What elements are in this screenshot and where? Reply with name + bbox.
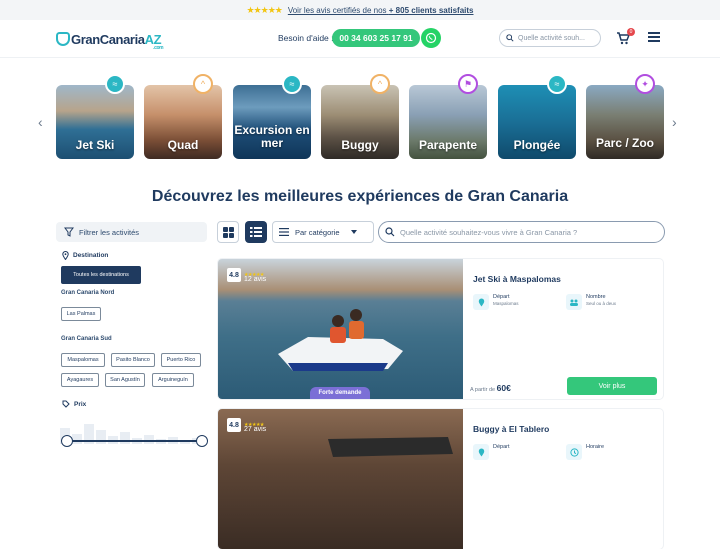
mountain-icon: ^: [193, 74, 213, 94]
group-icon: [566, 294, 582, 310]
destination-chip[interactable]: Maspalomas: [61, 353, 105, 367]
category-parc-zoo[interactable]: Parc / Zoo: [586, 85, 664, 159]
search-icon: [385, 227, 395, 237]
menu-icon[interactable]: [648, 32, 660, 42]
reviews-bar: ★★★★★ Voir les avis certifiés de nos + 8…: [0, 0, 720, 20]
logo-mark-icon: [56, 32, 70, 46]
destination-chip[interactable]: Arguineguín: [152, 373, 194, 387]
depart-info: Départ: [473, 444, 510, 460]
sud-label: Gran Canaria Sud: [61, 336, 112, 342]
category-jet-ski[interactable]: Jet Ski: [56, 85, 134, 159]
activity-title[interactable]: Jet Ski à Maspalomas: [473, 274, 561, 284]
site-header: GranCanariaAZ .com Besoin d'aide : 00 34 …: [0, 20, 720, 58]
category-icon: [279, 228, 289, 236]
category-parapente[interactable]: Parapente: [409, 85, 487, 159]
nombre-info: Nombre Seul ou à deux: [566, 294, 616, 310]
destination-chip[interactable]: Pasito Blanco: [111, 353, 155, 367]
activity-price: A partir de 60€: [470, 383, 511, 393]
depart-info: Départ Maspalomas: [473, 294, 519, 310]
grid-icon: [222, 226, 234, 238]
category-excursion[interactable]: Excursion en mer: [233, 85, 311, 159]
destination-chip[interactable]: Las Palmas: [61, 307, 101, 321]
destination-chip[interactable]: San Agustín: [105, 373, 145, 387]
activity-card[interactable]: 4.8 ★★★★★ 27 avis Buggy à El Tablero Dép…: [218, 409, 663, 549]
nord-label: Gran Canaria Nord: [61, 290, 115, 296]
price-slider-max-handle[interactable]: [196, 435, 208, 447]
activity-image: 4.8 ★★★★★ 27 avis: [218, 409, 463, 549]
activity-image: 4.8 ★★★★★ 12 avis Forte demande: [218, 259, 463, 399]
location-pin-icon: [473, 444, 489, 460]
destination-chip[interactable]: Puerto Rico: [161, 353, 201, 367]
whatsapp-icon[interactable]: [421, 28, 441, 48]
carousel-prev-icon[interactable]: ‹: [38, 114, 43, 130]
filter-toggle[interactable]: Filtrer les activités: [56, 222, 207, 242]
price-slider-min-handle[interactable]: [61, 435, 73, 447]
filter-icon: [64, 227, 74, 237]
list-icon: [250, 227, 262, 237]
cart-count-badge: 0: [627, 28, 635, 36]
activity-card[interactable]: 4.8 ★★★★★ 12 avis Forte demande Jet Ski …: [218, 259, 663, 399]
all-destinations-chip[interactable]: Toutes les destinations: [61, 266, 141, 284]
waves-icon: ≈: [282, 74, 302, 94]
party-icon: ✦: [635, 74, 655, 94]
reviews-link[interactable]: Voir les avis certifiés de nos + 805 cli…: [288, 6, 474, 15]
rating-badge: 4.8 ★★★★★ 27 avis: [227, 418, 266, 433]
price-label: Prix: [62, 400, 86, 408]
activity-search-input[interactable]: Quelle activité souhaitez-vous vivre à G…: [378, 221, 665, 243]
help-label: Besoin d'aide :: [278, 33, 334, 43]
grid-view-button[interactable]: [217, 221, 239, 243]
location-pin-icon: [62, 251, 69, 260]
header-search-input[interactable]: Quelle activité souh...: [499, 29, 601, 47]
carousel-next-icon[interactable]: ›: [672, 114, 677, 130]
category-quad[interactable]: Quad: [144, 85, 222, 159]
category-carousel: ‹ › Jet Ski Quad Excursion en mer Buggy …: [0, 74, 720, 164]
destination-label: Destination: [62, 251, 108, 260]
waves-icon: ≈: [547, 74, 567, 94]
tag-icon: [62, 400, 70, 408]
rating-stars: ★★★★★: [246, 4, 282, 15]
destination-chip[interactable]: Ayagaures: [61, 373, 99, 387]
page-title: Découvrez les meilleures expériences de …: [151, 188, 569, 205]
chevron-down-icon: [351, 230, 357, 234]
price-slider-track[interactable]: [66, 440, 202, 442]
site-logo[interactable]: GranCanariaAZ .com: [56, 28, 164, 51]
flag-icon: ⚑: [458, 74, 478, 94]
high-demand-badge: Forte demande: [310, 387, 370, 399]
category-buggy[interactable]: Buggy: [321, 85, 399, 159]
see-more-button[interactable]: Voir plus: [567, 377, 657, 395]
activity-title[interactable]: Buggy à El Tablero: [473, 424, 549, 434]
category-select[interactable]: Par catégorie: [272, 221, 374, 243]
location-pin-icon: [473, 294, 489, 310]
phone-button[interactable]: 00 34 603 25 17 91: [332, 29, 420, 47]
search-icon: [506, 34, 514, 42]
schedule-info: Horaire: [566, 444, 604, 460]
waves-icon: ≈: [105, 74, 125, 94]
category-plongee[interactable]: Plongée: [498, 85, 576, 159]
list-view-button[interactable]: [245, 221, 267, 243]
clock-icon: [566, 444, 582, 460]
mountain-icon: ^: [370, 74, 390, 94]
rating-badge: 4.8 ★★★★★ 12 avis: [227, 268, 266, 283]
